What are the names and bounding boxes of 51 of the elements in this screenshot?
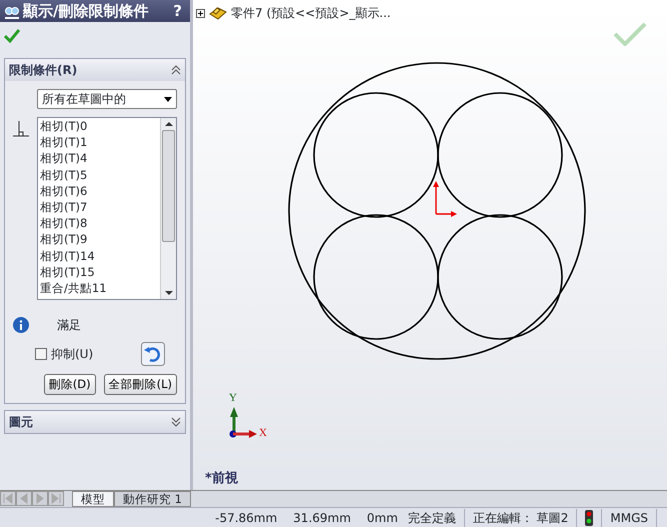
status-text: MMGS — [602, 508, 657, 526]
y-axis-arrow — [230, 407, 238, 437]
ok-check-icon[interactable] — [4, 28, 20, 43]
expand-icon[interactable] — [171, 417, 181, 428]
scrollbar[interactable] — [160, 118, 176, 299]
relation-item[interactable]: 重合/共點11 — [40, 280, 160, 296]
relation-item[interactable]: 相切(T)14 — [40, 248, 160, 264]
undo-icon[interactable] — [141, 342, 165, 366]
relation-item[interactable]: 相切(T)8 — [40, 215, 160, 232]
traffic-light-icon — [585, 510, 594, 526]
section-title: 限制條件(R) — [9, 62, 78, 79]
status-text: -57.86mm — [214, 510, 278, 526]
axis-label: X — [259, 427, 267, 439]
info-icon — [13, 317, 29, 333]
status-text: 31.69mm — [292, 510, 352, 526]
relation-item[interactable]: 相切(T)5 — [40, 166, 160, 183]
relation-item[interactable]: 相切(T)7 — [40, 199, 160, 216]
section-header[interactable]: 限制條件(R) — [5, 59, 185, 81]
section-header[interactable]: 圖元 — [5, 411, 185, 434]
delete-button[interactable]: 刪除(D) — [44, 374, 96, 396]
bottom-tab[interactable]: 動作研究 1 — [114, 491, 191, 507]
perpendicular-icon — [13, 121, 29, 137]
panel-title: 顯示/刪除限制條件 — [23, 0, 150, 22]
part-icon — [209, 5, 227, 21]
relation-item[interactable]: 相切(T)9 — [40, 231, 160, 248]
sketch-origin-icon — [433, 181, 457, 217]
view-name: *前視 — [205, 470, 238, 488]
collapse-icon[interactable] — [171, 65, 181, 75]
delete-all-button[interactable]: 全部刪除(L) — [104, 374, 177, 396]
expand-tree-icon[interactable] — [196, 8, 205, 18]
x-axis-arrow — [229, 430, 257, 438]
filter-dropdown[interactable]: 所有在草圖中的 — [37, 89, 177, 109]
relation-item[interactable]: 相切(T)6 — [40, 182, 160, 200]
status-text: 0mm — [366, 510, 399, 526]
status-text: 完全定義 — [400, 508, 465, 526]
relations-list[interactable]: 相切(T)0 相切(T)1 相切(T)4 相切(T)5 相切(T)6 相切(T)7 相切(T)8 相切(T)9 相切(T)14 相切(T)15 重合/共點11 — [37, 117, 177, 300]
relation-item[interactable]: 相切(T)4 — [40, 150, 160, 167]
status-text: 正在編輯： 草圖2 — [464, 508, 578, 526]
confirm-check-icon[interactable] — [613, 22, 647, 46]
dropdown-arrow-icon — [164, 96, 172, 102]
suppress-checkbox[interactable] — [35, 348, 47, 360]
relation-item[interactable]: 相切(T)0 — [40, 118, 160, 134]
section-title: 圖元 — [9, 414, 33, 432]
checkbox-label: 抑制(U) — [51, 346, 94, 363]
axis-label: Y — [229, 392, 237, 404]
bottom-tab[interactable]: 模型 — [72, 491, 114, 507]
relation-item[interactable]: 相切(T)1 — [40, 134, 160, 150]
status-text: 滿足 — [57, 317, 81, 334]
help-button[interactable]: ? — [173, 0, 182, 22]
relation-item[interactable]: 相切(T)15 — [40, 264, 160, 280]
tree-part-label[interactable]: 零件7 (預設<<預設>_顯示... — [231, 4, 391, 22]
